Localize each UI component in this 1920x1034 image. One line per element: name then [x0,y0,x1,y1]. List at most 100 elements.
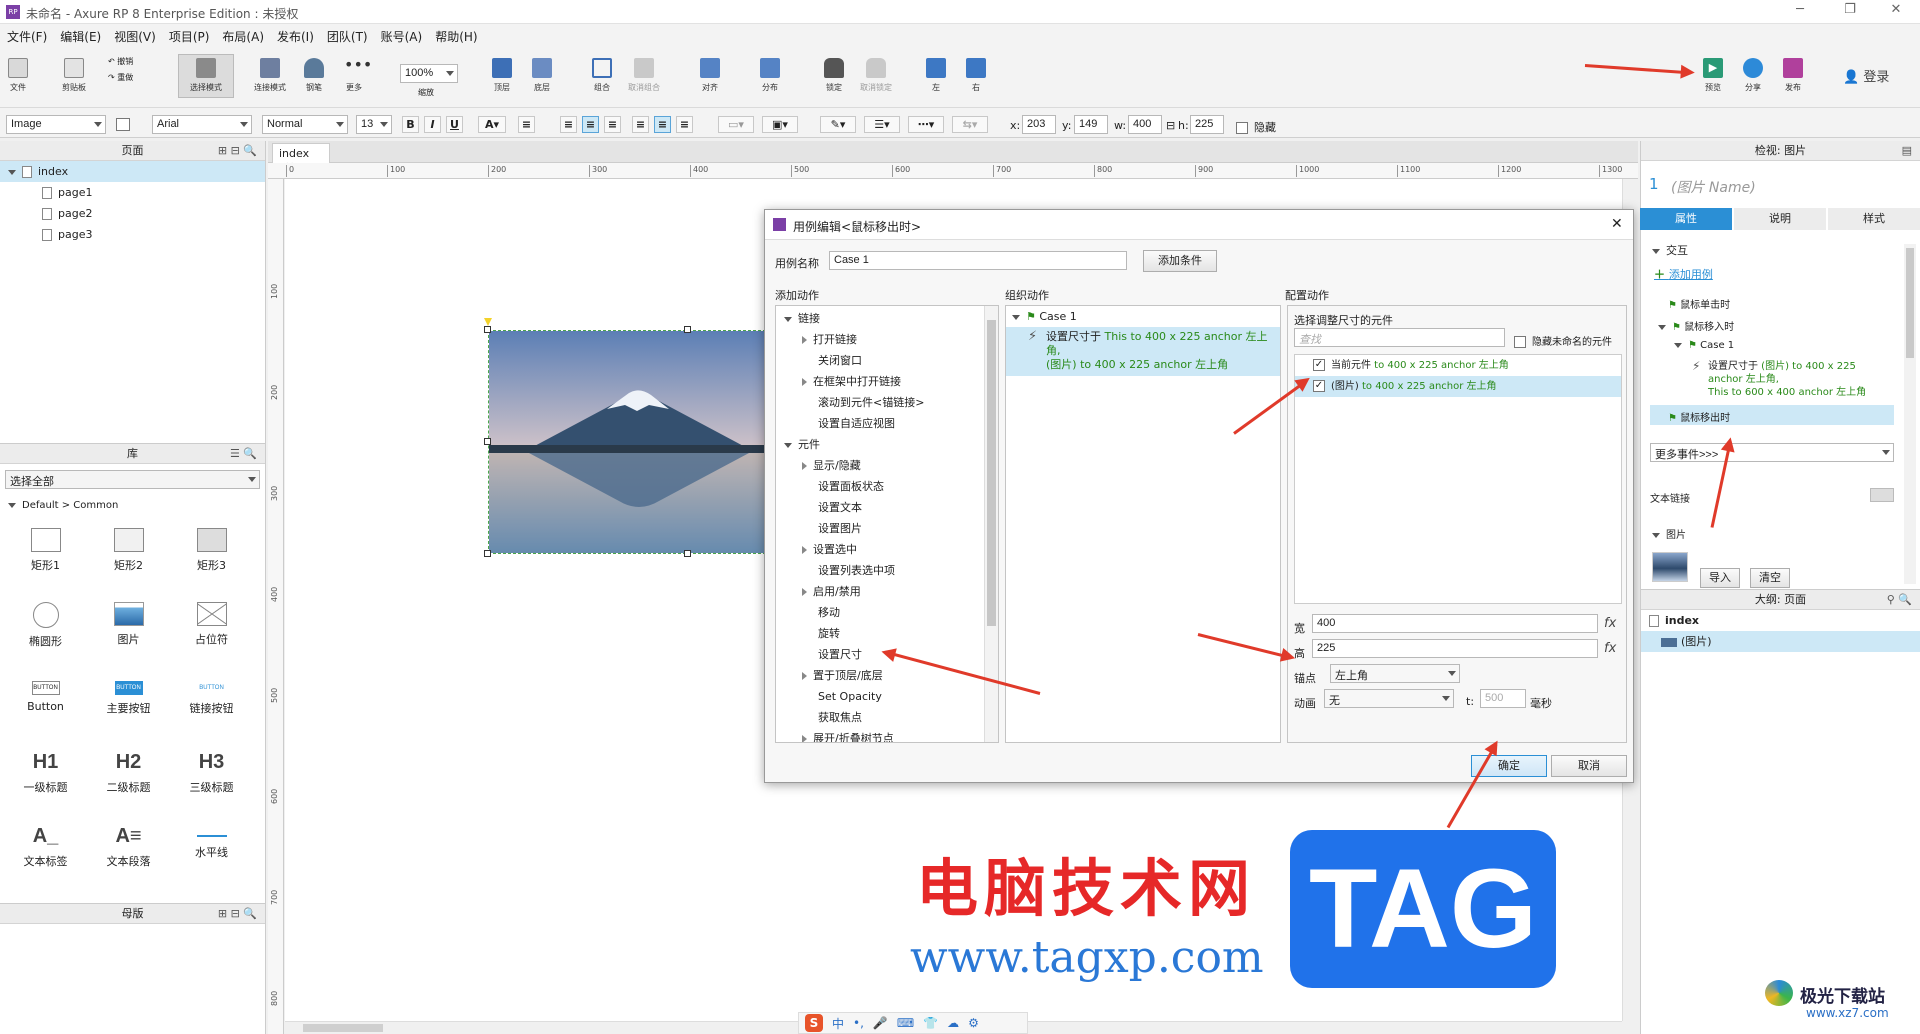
menu-file[interactable]: 文件(F) [0,24,53,45]
unlock-button[interactable]: 取消锁定 [854,58,898,93]
action-item[interactable]: 移动 [776,602,998,623]
image-widget[interactable] [488,330,766,554]
library-widget[interactable]: 占位符 [170,598,253,672]
action-item[interactable]: 设置面板状态 [776,476,998,497]
skin-icon[interactable]: 👕 [923,1016,938,1030]
tab-notes[interactable]: 说明 [1734,208,1826,230]
tab-index[interactable]: index ✕ [272,143,330,173]
minimize-icon[interactable]: ─ [1780,2,1820,22]
undo-button[interactable]: ↶ 撤销 [108,56,133,67]
dialog-close-icon[interactable]: ✕ [1611,216,1623,232]
library-menu-icon[interactable]: ☰ 🔍 [230,444,257,464]
left-button[interactable]: 左 [918,58,954,93]
text-link-edit-button[interactable] [1870,488,1894,502]
library-widget[interactable]: H1 一级标题 [4,746,87,820]
hide-unnamed-checkbox[interactable] [1514,336,1526,348]
library-widget[interactable]: H3 三级标题 [170,746,253,820]
event-case-1[interactable]: ⚑ Case 1 [1674,340,1734,351]
import-image-button[interactable]: 导入 [1700,568,1740,588]
menu-view[interactable]: 视图(V) [107,24,162,45]
library-widget[interactable]: A≡ 文本段落 [87,820,170,894]
organize-action-item[interactable]: ⚡ 设置尺寸于 This to 400 x 225 anchor 左上角, (图… [1006,327,1280,376]
valign-middle-icon[interactable]: ≡ [654,116,671,133]
menu-help[interactable]: 帮助(H) [428,24,483,45]
tab-style[interactable]: 样式 [1828,208,1920,230]
menu-account[interactable]: 账号(A) [374,24,429,45]
action-item[interactable]: 旋转 [776,623,998,644]
mic-icon[interactable]: 🎤 [873,1016,888,1030]
add-case-link[interactable]: ＋ 添加用例 [1654,266,1713,282]
menu-project[interactable]: 项目(P) [162,24,216,45]
h-input[interactable]: 225 [1190,115,1224,134]
fill-color-button[interactable]: ▭▾ [718,116,754,133]
zoom-select[interactable]: 100% [400,64,458,83]
italic-button[interactable]: I [424,116,441,133]
resize-handle[interactable] [684,326,691,333]
action-item[interactable]: 设置选中 [776,539,998,560]
bullet-list-icon[interactable]: ≡ [518,116,535,133]
library-widget[interactable]: 矩形2 [87,524,170,598]
bold-button[interactable]: B [402,116,419,133]
library-widget[interactable]: 矩形1 [4,524,87,598]
event-action-item[interactable]: ⚡ 设置尺寸于 (图片) to 400 x 225 anchor 左上角, Th… [1692,360,1898,399]
select-mode-button[interactable]: 选择模式 [178,54,234,98]
case-name-input[interactable]: Case 1 [829,251,1127,270]
library-widget[interactable]: 图片 [87,598,170,672]
event-mouse-enter[interactable]: ⚑ 鼠标移入时 [1658,318,1734,333]
font-select[interactable]: Arial [152,115,252,134]
font-size-select[interactable]: 13 [356,115,392,134]
library-group[interactable]: Default > Common [8,500,118,511]
outline-page[interactable]: index [1641,610,1920,631]
align-center-text-icon[interactable]: ≡ [582,116,599,133]
w-input[interactable]: 400 [1128,115,1162,134]
resize-handle[interactable] [484,326,491,333]
resize-handle[interactable] [684,550,691,557]
font-color-button[interactable]: A▾ [478,116,506,133]
clear-image-button[interactable]: 清空 [1750,568,1790,588]
close-icon[interactable]: ✕ [1876,2,1916,22]
action-item[interactable]: Set Opacity [776,686,998,707]
event-mouse-leave[interactable]: ⚑ 鼠标移出时 [1650,405,1894,425]
clipboard-button[interactable]: 剪贴板 [50,58,98,93]
widget-search-input[interactable]: 查找 [1294,328,1505,347]
line-style-button[interactable]: ⋯▾ [908,116,944,133]
fx-width-icon[interactable]: fx [1604,616,1616,631]
right-button[interactable]: 右 [958,58,994,93]
action-item[interactable]: 打开链接 [776,329,998,350]
menu-publish[interactable]: 发布(I) [270,24,320,45]
inspector-scrollbar[interactable] [1904,244,1916,584]
add-condition-button[interactable]: 添加条件 [1143,250,1217,272]
align-left-text-icon[interactable]: ≡ [560,116,577,133]
widget-name-input[interactable]: (图片 Name) [1671,177,1756,197]
style-edit-icon[interactable] [116,118,130,131]
maximize-icon[interactable]: ❐ [1830,2,1870,22]
line-color-button[interactable]: ✎▾ [820,116,856,133]
action-item[interactable]: 滚动到元件<锚链接> [776,392,998,413]
ime-lang[interactable]: 中 [832,1015,844,1032]
duration-input[interactable]: 500 [1480,689,1526,708]
group-button[interactable]: 组合 [580,58,624,93]
valign-top-icon[interactable]: ≡ [632,116,649,133]
shadow-button[interactable]: ▣▾ [762,116,798,133]
sogou-icon[interactable]: S [805,1014,823,1032]
underline-button[interactable]: U [446,116,463,133]
ime-punct[interactable]: •, [853,1016,864,1030]
hidden-checkbox[interactable] [1236,122,1248,134]
action-item[interactable]: 启用/禁用 [776,581,998,602]
action-item[interactable]: 获取焦点 [776,707,998,728]
action-item[interactable]: 在框架中打开链接 [776,371,998,392]
resize-handle[interactable] [484,550,491,557]
height-input[interactable]: 225 [1312,639,1598,658]
library-widget[interactable]: BUTTON Button [4,672,87,746]
target-image-widget[interactable]: ✓ (图片) to 400 x 225 anchor 左上角 [1295,376,1621,397]
interaction-section[interactable]: 交互 [1652,242,1688,258]
font-style-select[interactable]: Normal [262,115,348,134]
event-click[interactable]: ⚑ 鼠标单击时 [1668,296,1730,311]
lock-ratio-icon[interactable]: ⊟ [1166,119,1175,132]
page-item[interactable]: page2 [0,203,265,224]
line-width-button[interactable]: ☰▾ [864,116,900,133]
anchor-select[interactable]: 左上角 [1330,664,1460,683]
action-item[interactable]: 设置自适应视图 [776,413,998,434]
outline-image-item[interactable]: (图片) [1641,631,1920,652]
library-widget[interactable]: BUTTON 主要按钮 [87,672,170,746]
